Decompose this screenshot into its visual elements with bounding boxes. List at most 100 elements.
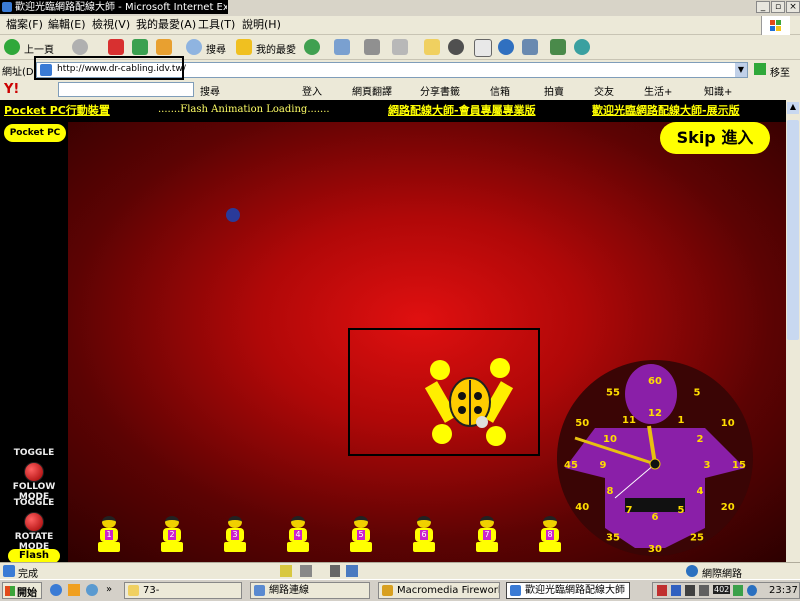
- ie-quicklaunch-icon[interactable]: [50, 584, 62, 596]
- go-button[interactable]: 移至: [770, 64, 790, 79]
- messenger-icon[interactable]: [498, 39, 514, 55]
- tray-icon[interactable]: [747, 585, 757, 596]
- kid-figure[interactable]: 1: [92, 516, 126, 554]
- translate-icon[interactable]: [550, 39, 566, 55]
- clock-outer-number: 25: [690, 533, 704, 544]
- clock-figure-shorts: [625, 498, 685, 512]
- scroll-thumb[interactable]: [787, 120, 799, 340]
- search-label[interactable]: 搜尋: [206, 41, 226, 56]
- history-icon[interactable]: [304, 39, 320, 55]
- tray-icon[interactable]: [671, 585, 681, 596]
- yahoo-mail[interactable]: 信箱: [490, 83, 510, 98]
- back-icon[interactable]: [4, 39, 20, 55]
- tray-icon[interactable]: [699, 585, 709, 596]
- menu-favorites[interactable]: 我的最愛(A): [136, 18, 196, 32]
- people-icon[interactable]: [574, 39, 590, 55]
- minimize-button[interactable]: _: [756, 1, 770, 13]
- flash-content[interactable]: Pocket PC行動裝置 .......Flash Animation Loa…: [0, 100, 800, 562]
- grid-icon[interactable]: [346, 565, 358, 577]
- red-button-icon[interactable]: [24, 462, 44, 482]
- favorites-star-icon[interactable]: [236, 39, 252, 55]
- menu-edit[interactable]: 編輯(E): [48, 18, 86, 32]
- yahoo-search-input[interactable]: [58, 82, 194, 97]
- task-fireworks[interactable]: Macromedia Fireworks M...: [378, 582, 500, 599]
- pocket-pc-badge[interactable]: Pocket PC: [4, 124, 66, 142]
- edit-icon[interactable]: [392, 39, 408, 55]
- go-icon[interactable]: [754, 63, 766, 75]
- back-label[interactable]: 上一頁: [24, 41, 54, 56]
- start-button[interactable]: 開始: [2, 582, 42, 599]
- favorites-label[interactable]: 我的最愛: [256, 41, 296, 56]
- tray-icon[interactable]: [657, 585, 667, 596]
- kid-figure[interactable]: 7: [470, 516, 504, 554]
- yahoo-logo[interactable]: Y!: [4, 82, 19, 97]
- toggle-rotate-mode-button[interactable]: TOGGLE ROTATE MODE: [6, 498, 62, 552]
- keyboard-icon[interactable]: [300, 565, 312, 577]
- task-network[interactable]: 網路連線: [250, 582, 370, 599]
- yahoo-dating[interactable]: 交友: [594, 83, 614, 98]
- clock-time[interactable]: 23:37: [769, 585, 798, 596]
- quicklaunch-icon[interactable]: [68, 584, 80, 596]
- forward-icon[interactable]: [72, 39, 88, 55]
- pocket-pc-link[interactable]: Pocket PC行動裝置: [4, 102, 110, 118]
- clock-outer-number: 50: [575, 418, 589, 429]
- yahoo-life[interactable]: 生活+: [644, 83, 672, 98]
- calculator-icon[interactable]: [474, 39, 492, 57]
- member-version-link[interactable]: 網路配線大師-會員專屬專業版: [388, 102, 536, 118]
- clock-inner-number: 3: [704, 460, 711, 471]
- scroll-up-icon[interactable]: ▲: [787, 102, 799, 114]
- ladybug-figure[interactable]: [420, 352, 520, 452]
- pencil-icon[interactable]: [330, 565, 340, 577]
- dropdown-arrow-icon[interactable]: ▼: [735, 63, 747, 77]
- clock-outer-number: 20: [721, 502, 735, 513]
- home-icon[interactable]: [156, 39, 172, 55]
- yahoo-auction[interactable]: 拍賣: [544, 83, 564, 98]
- windows-logo-icon: [5, 586, 15, 596]
- tray-badge[interactable]: 402: [713, 585, 731, 594]
- toggle-follow-mode-button[interactable]: TOGGLE FOLLOW MODE: [6, 448, 62, 502]
- refresh-icon[interactable]: [132, 39, 148, 55]
- menu-view[interactable]: 檢視(V): [92, 18, 130, 32]
- clock-outer-number: 35: [606, 533, 620, 544]
- close-button[interactable]: ×: [786, 1, 800, 13]
- clock-widget[interactable]: 60 55 50 45 40 35 30 25 20 15 10 5 12 11 10 9 8 7 6 5 4 3 2 1: [555, 358, 755, 558]
- chevron-icon[interactable]: »: [106, 584, 112, 595]
- yahoo-login-button[interactable]: 登入: [302, 83, 322, 98]
- print-icon[interactable]: [364, 39, 380, 55]
- kid-figure[interactable]: 3: [218, 516, 252, 554]
- media-icon[interactable]: [522, 39, 538, 55]
- task-ie-active[interactable]: 歡迎光臨網路配線大師 ...: [506, 582, 630, 599]
- ime-icon[interactable]: [280, 565, 292, 577]
- stop-icon[interactable]: [108, 39, 124, 55]
- mail-icon[interactable]: [334, 39, 350, 55]
- vertical-scrollbar[interactable]: ▲: [786, 100, 800, 562]
- kid-figure[interactable]: 5: [344, 516, 378, 554]
- kid-figure[interactable]: 6: [407, 516, 441, 554]
- demo-version-link[interactable]: 歡迎光臨網路配線大師-展示版: [592, 102, 740, 118]
- floating-ball-icon: [226, 208, 240, 222]
- menu-help[interactable]: 說明(H): [242, 18, 281, 32]
- skip-enter-button[interactable]: Skip 進入: [660, 122, 770, 154]
- clock-inner-number: 4: [697, 486, 704, 497]
- clock-outer-number: 30: [648, 544, 662, 555]
- yahoo-knowledge[interactable]: 知識+: [704, 83, 732, 98]
- menu-file[interactable]: 檔案(F): [6, 18, 43, 32]
- clock-outer-number: 55: [606, 387, 620, 398]
- internet-zone-icon: [686, 565, 698, 577]
- yahoo-search-button[interactable]: 搜尋: [200, 83, 220, 98]
- taskbar: 開始 » 73- 網路連線 Macromedia Fireworks M... …: [0, 579, 800, 601]
- kid-figure[interactable]: 4: [281, 516, 315, 554]
- tray-icon[interactable]: [685, 585, 695, 596]
- menu-tools[interactable]: 工具(T): [198, 18, 235, 32]
- red-button-icon[interactable]: [24, 512, 44, 532]
- kid-figure[interactable]: 2: [155, 516, 189, 554]
- search-icon[interactable]: [186, 39, 202, 55]
- quicklaunch-icon[interactable]: [86, 584, 98, 596]
- folder-icon[interactable]: [424, 39, 440, 55]
- yahoo-bookmarks[interactable]: 分享書籤: [420, 83, 460, 98]
- maximize-button[interactable]: ▫: [771, 1, 785, 13]
- tray-icon[interactable]: [733, 585, 743, 596]
- task-folder[interactable]: 73-: [124, 582, 242, 599]
- tool-icon[interactable]: [448, 39, 464, 55]
- yahoo-translate[interactable]: 網頁翻譯: [352, 83, 392, 98]
